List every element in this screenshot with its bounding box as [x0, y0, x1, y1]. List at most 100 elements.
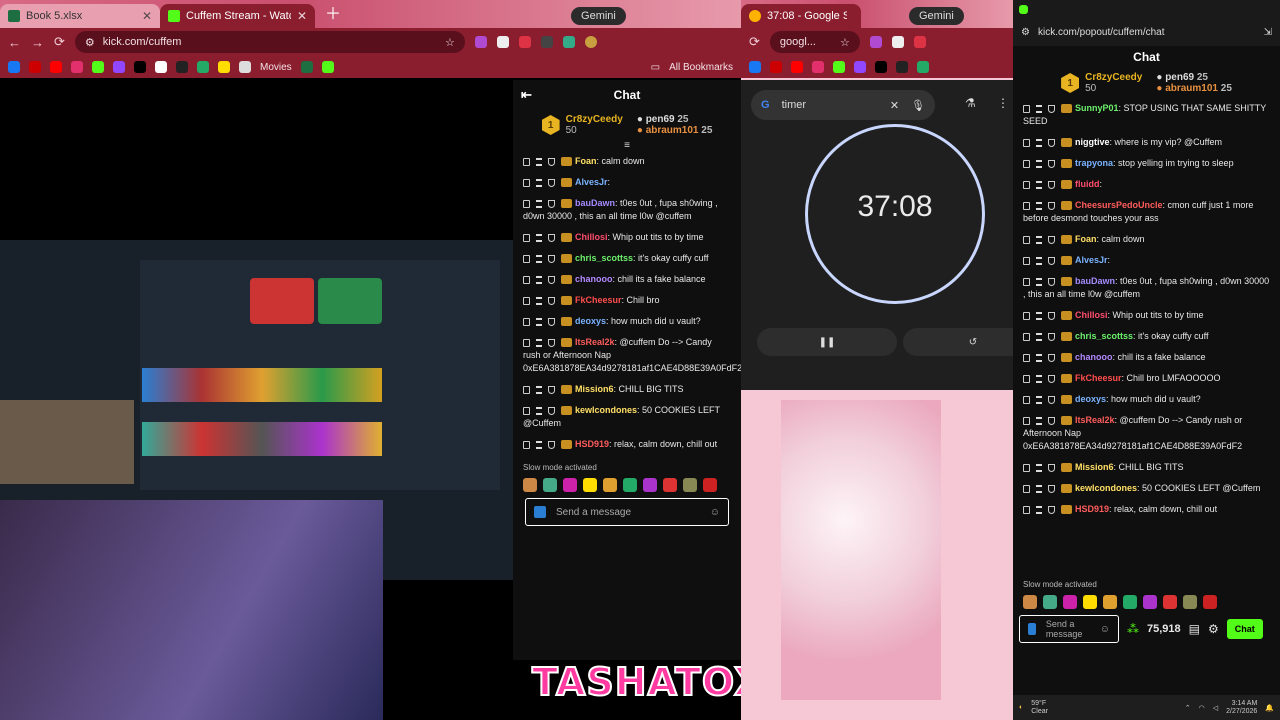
- close-icon[interactable]: ✕: [142, 9, 152, 23]
- pin-icon[interactable]: [523, 406, 530, 415]
- timeout-icon[interactable]: [1036, 138, 1042, 147]
- tab-cuffem-stream[interactable]: Cuffem Stream - Watch Li... ✕: [160, 4, 315, 28]
- chat-message[interactable]: chris_scottss: it's okay cuffy cuff: [1023, 330, 1270, 343]
- star-icon[interactable]: ☆: [840, 36, 850, 49]
- chat-message[interactable]: Chillosi: Whip out tits to by time: [1023, 309, 1270, 322]
- timeout-icon[interactable]: [1036, 463, 1042, 472]
- chat-message[interactable]: HSD919: relax, calm down, chill out: [1023, 503, 1270, 516]
- chat-username[interactable]: kewlcondones: [1075, 483, 1137, 493]
- gemini-button[interactable]: Gemini: [909, 7, 964, 25]
- chat-username[interactable]: deoxys: [1075, 394, 1106, 404]
- stream-video[interactable]: [0, 80, 513, 720]
- wifi-icon[interactable]: ◠: [1199, 704, 1205, 712]
- kick-icon[interactable]: [92, 61, 104, 73]
- forward-icon[interactable]: →: [31, 35, 44, 50]
- chat-message[interactable]: Chillosi: Whip out tits to by time: [523, 231, 731, 244]
- shield-icon[interactable]: [548, 157, 555, 166]
- chat-username[interactable]: ItsReal2k: [1075, 415, 1115, 425]
- youtube-icon[interactable]: [50, 61, 62, 73]
- shield-icon[interactable]: [1048, 235, 1055, 244]
- shield-icon[interactable]: [1048, 353, 1055, 362]
- collapse-chat-icon[interactable]: ⇤: [521, 87, 532, 103]
- bookmark-icon[interactable]: [896, 61, 908, 73]
- chat-message[interactable]: Mission6: CHILL BIG TITS: [523, 383, 731, 396]
- shield-icon[interactable]: [1048, 159, 1055, 168]
- chat-username[interactable]: chris_scottss: [1075, 331, 1133, 341]
- extension-icon[interactable]: [496, 36, 509, 48]
- timeout-icon[interactable]: [1036, 374, 1042, 383]
- shield-icon[interactable]: [1048, 277, 1055, 286]
- weather-widget[interactable]: 59°F Clear: [1031, 700, 1048, 716]
- timeout-icon[interactable]: [1036, 256, 1042, 265]
- close-icon[interactable]: ✕: [297, 9, 307, 23]
- shield-icon[interactable]: [1048, 311, 1055, 320]
- emote-icon[interactable]: [1063, 595, 1077, 609]
- chat-message[interactable]: chris_scottss: it's okay cuffy cuff: [523, 252, 731, 265]
- emote-icon[interactable]: [683, 478, 697, 492]
- chat-message[interactable]: deoxys: how much did u vault?: [523, 315, 731, 328]
- notification-icon[interactable]: 🔔: [1265, 704, 1274, 712]
- chat-message[interactable]: kewlcondones: 50 COOKIES LEFT @Cuffem: [523, 404, 731, 430]
- bookmark-icon[interactable]: [300, 61, 313, 73]
- chat-message[interactable]: bauDawn: t0es 0ut , fupa sh0wing , d0wn …: [523, 197, 731, 223]
- chat-input[interactable]: Send a message ☺: [525, 498, 729, 526]
- chat-username[interactable]: AlvesJr: [1075, 255, 1108, 265]
- pin-icon[interactable]: [1023, 104, 1030, 113]
- emote-icon[interactable]: [563, 478, 577, 492]
- extension-icon[interactable]: [518, 36, 531, 48]
- shield-icon[interactable]: [548, 296, 555, 305]
- filter-icon[interactable]: ≡: [513, 140, 741, 151]
- bookmark-icon[interactable]: [321, 61, 334, 73]
- extension-icon[interactable]: [913, 36, 926, 48]
- chat-message[interactable]: fluidd:: [1023, 178, 1270, 191]
- timeout-icon[interactable]: [1036, 505, 1042, 514]
- bookmark-icon[interactable]: [29, 61, 41, 73]
- pin-icon[interactable]: [523, 233, 530, 242]
- pin-icon[interactable]: [1023, 256, 1030, 265]
- x-icon[interactable]: [134, 61, 146, 73]
- instagram-icon[interactable]: [71, 61, 83, 73]
- chat-message[interactable]: CheesursPedoUncle: cmon cuff just 1 more…: [1023, 199, 1270, 225]
- chat-message[interactable]: trapyona: stop yelling im trying to slee…: [1023, 157, 1270, 170]
- chat-username[interactable]: kewlcondones: [575, 405, 637, 415]
- bookmark-icon[interactable]: [197, 61, 209, 73]
- pin-icon[interactable]: [523, 254, 530, 263]
- shield-icon[interactable]: [548, 385, 555, 394]
- chat-message[interactable]: bauDawn: t0es 0ut , fupa sh0wing , d0wn …: [1023, 275, 1270, 301]
- shield-icon[interactable]: [548, 338, 555, 347]
- chat-message[interactable]: Foan: calm down: [523, 155, 731, 168]
- chat-username[interactable]: chris_scottss: [575, 253, 633, 263]
- clock[interactable]: 3:14 AM 2/27/2026: [1226, 700, 1257, 716]
- tab-book5[interactable]: Book 5.xlsx ✕: [0, 4, 160, 28]
- extension-icon[interactable]: [891, 36, 904, 48]
- chat-username[interactable]: bauDawn: [575, 198, 615, 208]
- chat-username[interactable]: bauDawn: [1075, 276, 1115, 286]
- apps-icon[interactable]: ⋮: [997, 96, 1009, 110]
- chat-username[interactable]: Foan: [575, 156, 597, 166]
- chat-message[interactable]: ItsReal2k: @cuffem Do --> Candy rush or …: [523, 336, 741, 375]
- chat-message[interactable]: FkCheesur: Chill bro: [523, 294, 731, 307]
- timeout-icon[interactable]: [536, 406, 542, 415]
- chat-message[interactable]: AlvesJr:: [523, 176, 731, 189]
- chat-send-button[interactable]: Chat: [1226, 619, 1263, 639]
- bookmark-icon[interactable]: [155, 61, 167, 73]
- pin-icon[interactable]: [523, 178, 530, 187]
- instagram-icon[interactable]: [812, 61, 824, 73]
- timeout-icon[interactable]: [1036, 332, 1042, 341]
- extension-icon[interactable]: [540, 36, 553, 48]
- shield-icon[interactable]: [1048, 416, 1055, 425]
- emote-icon[interactable]: [1043, 595, 1057, 609]
- pin-icon[interactable]: [1023, 374, 1030, 383]
- pin-icon[interactable]: [523, 440, 530, 449]
- chat-username[interactable]: Mission6: [575, 384, 614, 394]
- shield-icon[interactable]: [1048, 256, 1055, 265]
- pin-icon[interactable]: [1023, 332, 1030, 341]
- shield-icon[interactable]: [548, 233, 555, 242]
- address-bar[interactable]: ⚙ kick.com/cuffem ☆: [74, 31, 465, 53]
- chat-username[interactable]: niggtive: [1075, 137, 1110, 147]
- clear-icon[interactable]: ✕: [890, 99, 899, 112]
- timeout-icon[interactable]: [536, 338, 542, 347]
- pause-button[interactable]: ❚❚: [757, 328, 897, 356]
- timeout-icon[interactable]: [1036, 311, 1042, 320]
- shield-icon[interactable]: [1048, 484, 1055, 493]
